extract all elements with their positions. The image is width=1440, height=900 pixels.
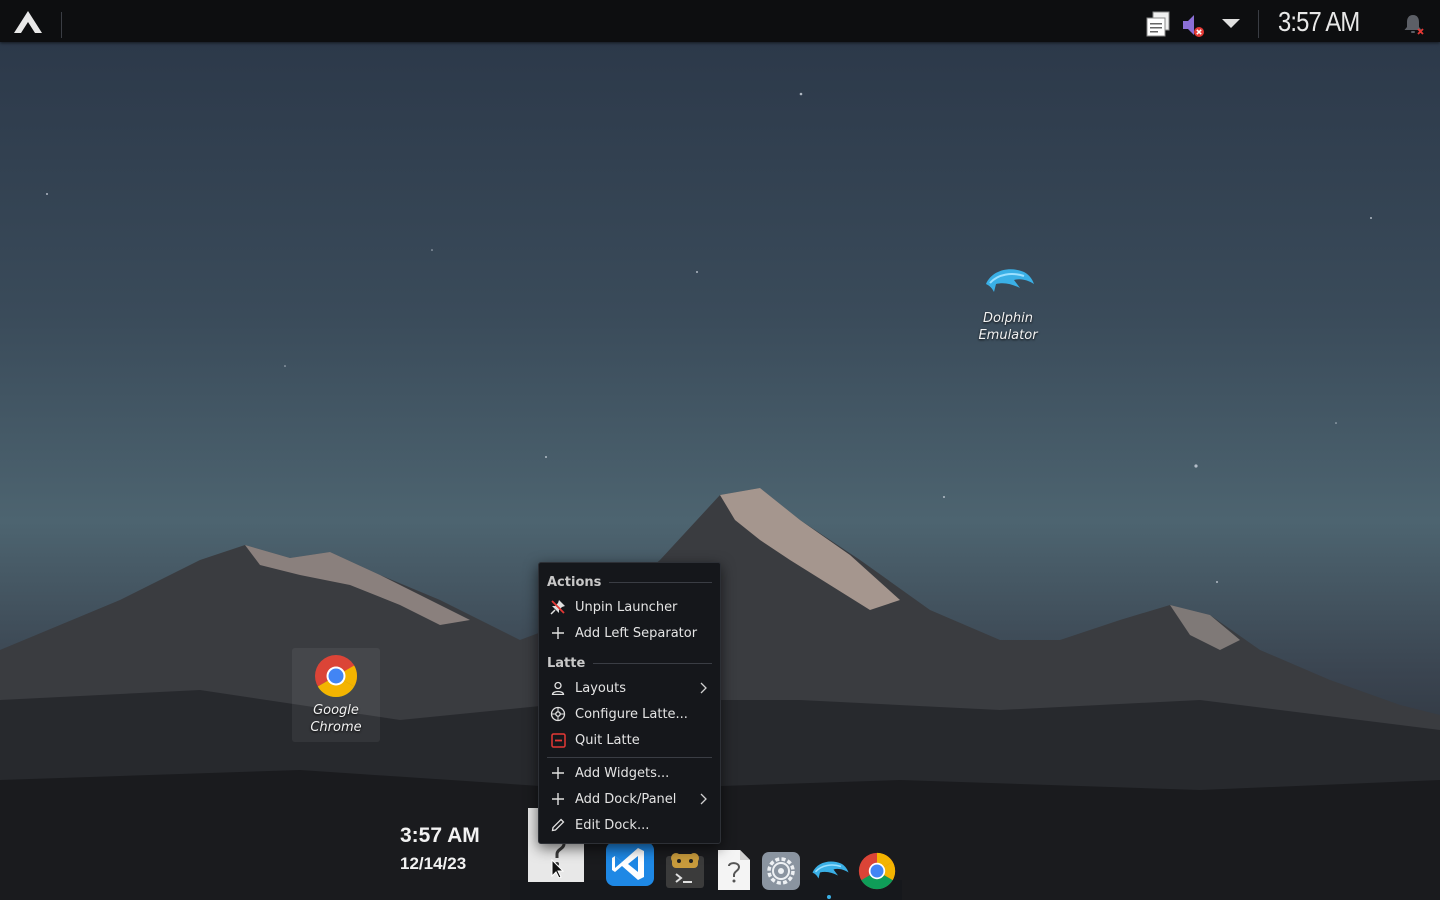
notifications-disabled-icon[interactable] [1401,12,1425,36]
desktop-icon-label: Chrome [310,720,362,735]
menu-item-edit-dock[interactable]: Edit Dock... [545,813,714,837]
menu-item-label: Add Dock/Panel [575,791,677,807]
menu-item-label: Add Left Separator [575,625,698,641]
widget-date: 12/14/23 [400,854,467,873]
clipboard-icon[interactable] [1145,10,1173,38]
plus-icon [549,624,567,642]
plus-icon [549,790,567,808]
menu-item-unpin-launcher[interactable]: Unpin Launcher [545,595,714,619]
menu-item-add-dock-panel[interactable]: Add Dock/Panel [545,787,714,811]
dock-item-unknown-file-2[interactable] [718,850,750,890]
desktop-icon-label: Google [313,703,359,718]
menu-section-title: Actions [547,574,602,590]
menu-item-label: Configure Latte... [575,706,688,722]
desktop-icon-google-chrome[interactable]: Google Chrome [292,648,380,742]
chevron-right-icon [700,793,707,805]
menu-section-latte: Latte [547,653,712,673]
menu-item-label: Edit Dock... [575,817,650,833]
dock-item-dolphin-emulator[interactable] [806,856,852,886]
user-icon [549,679,567,697]
menu-section-actions: Actions [547,572,712,592]
menu-item-configure-latte[interactable]: Configure Latte... [545,702,714,726]
panel-clock[interactable]: 3:57 AM [1278,6,1363,38]
panel-separator [1258,10,1259,38]
panel-separator [61,12,62,38]
dock-item-google-chrome[interactable] [858,852,896,890]
menu-item-label: Add Widgets... [575,765,670,781]
desktop-icon-label: Dolphin [983,311,1033,326]
menu-item-quit-latte[interactable]: Quit Latte [545,728,714,752]
unpin-icon [549,598,567,616]
tray-expand-icon[interactable] [1220,16,1242,30]
widget-time: 3:57 AM [400,824,480,847]
desktop-clock-widget: 3:57 AM 12/14/23 [400,822,510,878]
menu-section-title: Latte [547,655,586,671]
google-chrome-icon [315,655,358,698]
top-panel: 3:57 AM [0,0,1440,42]
dock-item-vscode[interactable] [606,842,654,886]
menu-item-label: Quit Latte [575,732,640,748]
dock-item-terminal[interactable] [666,852,704,888]
desktop-icon-label: Emulator [978,328,1038,343]
menu-item-layouts[interactable]: Layouts [545,676,714,700]
volume-muted-icon[interactable] [1180,12,1206,38]
menu-item-label: Unpin Launcher [575,599,678,615]
menu-item-label: Layouts [575,680,626,696]
dock-item-settings[interactable] [762,852,800,890]
menu-separator [547,757,712,758]
pencil-icon [549,816,567,834]
menu-item-add-widgets[interactable]: Add Widgets... [545,761,714,785]
menu-item-add-left-separator[interactable]: Add Left Separator [545,621,714,645]
configure-icon [549,705,567,723]
running-indicator [827,895,831,899]
plus-icon [549,764,567,782]
dock-context-menu: Actions Unpin Launcher Add Left Separato… [538,562,721,844]
quit-icon [549,731,567,749]
chevron-right-icon [700,682,707,694]
dolphin-emulator-icon [986,269,1034,292]
arch-linux-logo-icon[interactable] [12,10,44,34]
desktop-icon-dolphin-emulator[interactable]: Dolphin Emulator [968,260,1048,344]
